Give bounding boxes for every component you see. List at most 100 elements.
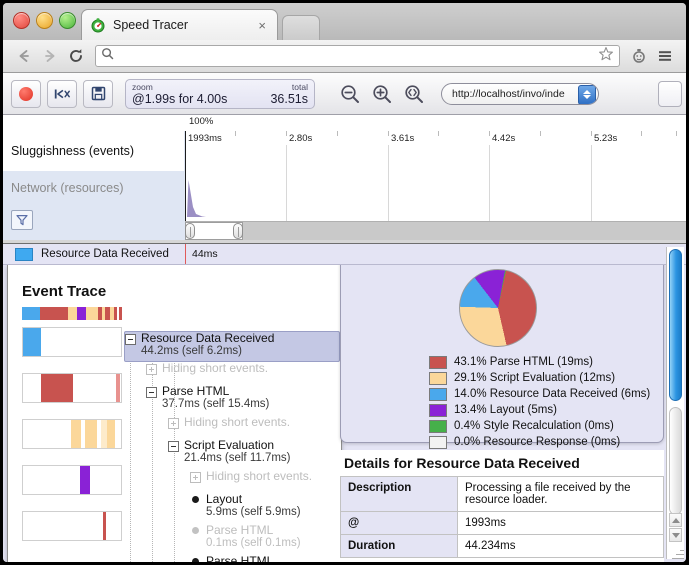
resize-grip-icon[interactable] <box>671 547 684 560</box>
range-handle-right[interactable] <box>233 223 243 239</box>
details-value: Processing a file received by the resour… <box>458 477 664 512</box>
summary-segment <box>68 307 77 320</box>
details-title: Details for Resource Data Received <box>340 450 664 476</box>
trace-lane-bar[interactable] <box>80 466 90 494</box>
summary-segment <box>40 307 68 320</box>
event-trace-tree[interactable]: Resource Data Received44.2ms (self 6.2ms… <box>124 331 341 562</box>
reset-baseline-button[interactable] <box>47 80 77 108</box>
range-handle-left[interactable] <box>185 223 195 239</box>
timeline-graph[interactable] <box>185 145 686 222</box>
trace-tree-node[interactable]: Script Evaluation21.4ms (self 11.7ms) <box>124 439 341 470</box>
legend-item[interactable]: 0.0% Resource Response (0ms) <box>429 434 650 450</box>
legend-item[interactable]: 13.4% Layout (5ms) <box>429 402 650 418</box>
trace-tree-node[interactable]: Resource Data Received44.2ms (self 6.2ms… <box>124 331 340 362</box>
trace-tree-node[interactable]: Hiding short events. <box>124 362 341 385</box>
zoom-in-button[interactable] <box>369 81 395 107</box>
trace-node-title: Hiding short events. <box>206 469 312 483</box>
browser-tab-speed-tracer[interactable]: Speed Tracer × <box>81 9 278 40</box>
details-row: Duration44.234ms <box>341 535 664 558</box>
reload-icon[interactable] <box>63 43 89 69</box>
zoom-group: zoom @1.99s for 4.00s <box>132 81 227 108</box>
event-trace-title: Event Trace <box>22 283 106 300</box>
trace-node-duration: 0.1ms (self 0.1ms) <box>206 537 301 549</box>
new-tab-button[interactable] <box>282 15 320 41</box>
trace-lane-bar[interactable] <box>103 512 106 540</box>
legend-item[interactable]: 0.4% Style Recalculation (0ms) <box>429 418 650 434</box>
trace-tree-node[interactable]: Parse HTML37.7ms (self 15.4ms) <box>124 385 341 416</box>
page-url-select[interactable]: http://localhost/invo/inde <box>441 83 599 105</box>
details-key: @ <box>341 512 458 535</box>
record-button[interactable] <box>11 80 41 108</box>
legend-item[interactable]: 43.1% Parse HTML (19ms) <box>429 354 650 370</box>
scrollbar-thumb-lower[interactable] <box>669 407 682 515</box>
timeline-row-labels: Sluggishness (events) Network (resources… <box>3 131 186 240</box>
trace-tree-node[interactable]: Hiding short events. <box>124 470 341 493</box>
selected-event-swatch <box>15 248 33 261</box>
forward-arrow-icon[interactable] <box>37 43 63 69</box>
bullet-icon <box>192 496 199 503</box>
details-key: Description <box>341 477 458 512</box>
zoom-out-button[interactable] <box>337 81 363 107</box>
url-stepper-icon[interactable] <box>578 85 596 105</box>
trace-lane <box>22 327 122 357</box>
timeline-row-sluggishness[interactable]: Sluggishness (events) <box>3 131 184 171</box>
browser-nav-bar <box>3 40 686 73</box>
legend-item[interactable]: 29.1% Script Evaluation (12ms) <box>429 370 650 386</box>
close-window-button[interactable] <box>13 12 30 29</box>
legend-swatch <box>429 388 447 401</box>
details-value: 44.234ms <box>458 535 664 558</box>
trace-lane <box>22 465 122 495</box>
trace-node-title: Hiding short events. <box>162 361 268 375</box>
save-button[interactable] <box>83 80 113 108</box>
trace-lane-bar[interactable] <box>116 374 120 402</box>
selected-event-bar[interactable]: Resource Data Received 44ms <box>3 243 686 265</box>
filter-funnel-icon[interactable] <box>11 210 33 230</box>
overflow-button[interactable] <box>658 81 682 107</box>
star-icon[interactable] <box>598 46 614 67</box>
legend-label: 0.0% Resource Response (0ms) <box>454 436 620 448</box>
expand-icon[interactable] <box>190 472 201 483</box>
hamburger-menu-icon[interactable] <box>652 43 678 69</box>
trace-node-title: Parse HTML <box>206 554 273 562</box>
timeline-cursor-line <box>185 131 186 222</box>
scrollbar-arrows[interactable] <box>669 513 682 543</box>
zoom-all-button[interactable] <box>401 81 427 107</box>
event-breakdown-panel: 43.1% Parse HTML (19ms) 29.1% Script Eval… <box>340 265 664 443</box>
tab-close-icon[interactable]: × <box>255 18 269 33</box>
trace-lane-bar[interactable] <box>23 328 41 356</box>
main-vertical-scrollbar[interactable] <box>666 247 684 559</box>
scroll-down-arrow-icon[interactable] <box>669 528 682 542</box>
trace-tree-node[interactable]: Parse HTML <box>124 555 341 562</box>
details-row: DescriptionProcessing a file received by… <box>341 477 664 512</box>
trace-lane-bar[interactable] <box>107 420 115 448</box>
maximize-window-button[interactable] <box>59 12 76 29</box>
trace-tree-node[interactable]: Layout5.9ms (self 5.9ms) <box>124 493 341 524</box>
legend-label: 0.4% Style Recalculation (0ms) <box>454 420 614 432</box>
page-url-value: http://localhost/invo/inde <box>452 88 565 100</box>
expand-icon[interactable] <box>146 364 157 375</box>
collapse-icon[interactable] <box>168 441 179 452</box>
extension-icon[interactable] <box>626 43 652 69</box>
omnibox[interactable] <box>95 45 620 67</box>
legend-label: 13.4% Layout (5ms) <box>454 404 557 416</box>
trace-lane-bar[interactable] <box>71 420 81 448</box>
legend-item[interactable]: 14.0% Resource Data Received (6ms) <box>429 386 650 402</box>
axis-tick-0: 1993ms <box>185 133 222 144</box>
scroll-up-arrow-icon[interactable] <box>669 513 682 527</box>
trace-tree-node[interactable]: Parse HTML0.1ms (self 0.1ms) <box>124 524 341 555</box>
trace-node-title: Hiding short events. <box>184 415 290 429</box>
back-arrow-icon[interactable] <box>11 43 37 69</box>
expand-icon[interactable] <box>168 418 179 429</box>
scrollbar-thumb-upper[interactable] <box>669 249 682 401</box>
trace-tree-node[interactable]: Hiding short events. <box>124 416 341 439</box>
zoom-in-icon <box>371 83 393 105</box>
details-row: @1993ms <box>341 512 664 535</box>
legend-label: 43.1% Parse HTML (19ms) <box>454 356 593 368</box>
trace-lane-bar[interactable] <box>85 420 97 448</box>
trace-lane-bar[interactable] <box>41 374 73 402</box>
event-trace-summary-bar <box>22 307 122 320</box>
collapse-icon[interactable] <box>146 387 157 398</box>
timeline-range-scrollbar[interactable] <box>185 221 686 240</box>
collapse-icon[interactable] <box>125 334 136 345</box>
minimize-window-button[interactable] <box>36 12 53 29</box>
